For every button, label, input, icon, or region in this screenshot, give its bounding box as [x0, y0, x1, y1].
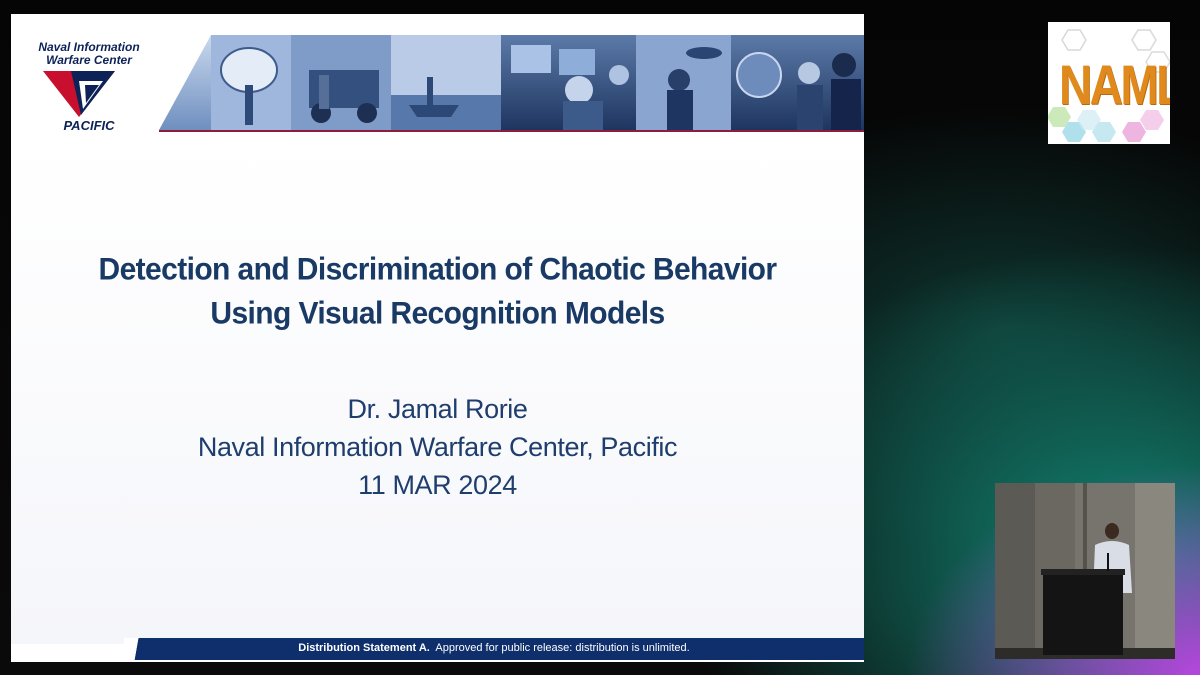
logo-text-pacific: PACIFIC [63, 118, 115, 133]
niwc-pacific-logo: Naval Information Warfare Center PACIFIC [19, 40, 159, 140]
title-line2: Using Visual Recognition Models [210, 296, 665, 331]
presentation-slide: Naval Information Warfare Center PACIFIC [11, 14, 864, 662]
presentation-date: 11 MAR 2024 [358, 470, 517, 500]
logo-triangle-icon [43, 71, 115, 117]
presenter-name: Dr. Jamal Rorie [347, 394, 528, 424]
distribution-footer: Distribution Statement A. Approved for p… [124, 638, 864, 660]
presenter-info: Dr. Jamal Rorie Naval Information Warfar… [11, 390, 864, 504]
footer-label: Distribution Statement A. [298, 642, 430, 654]
footer-statement: Approved for public release: distributio… [435, 642, 690, 654]
title-line1: Detection and Discrimination of Chaotic … [98, 252, 778, 287]
logo-text-line1: Naval Information [38, 40, 140, 54]
naml-logo-text: NAML [1058, 53, 1170, 116]
photo-banner [159, 35, 864, 132]
logo-text-line2: Warfare Center [46, 53, 132, 67]
presenter-affiliation: Naval Information Warfare Center, Pacifi… [197, 432, 678, 462]
speaker-at-podium-icon [995, 483, 1175, 659]
banner-photos-image [159, 35, 864, 130]
speaker-video-feed [995, 483, 1175, 659]
naml-conference-logo: NAML [1048, 22, 1170, 144]
footer-text: Distribution Statement A. Approved for p… [124, 642, 864, 654]
slide-title: Detection and Discrimination of Chaotic … [11, 248, 864, 336]
